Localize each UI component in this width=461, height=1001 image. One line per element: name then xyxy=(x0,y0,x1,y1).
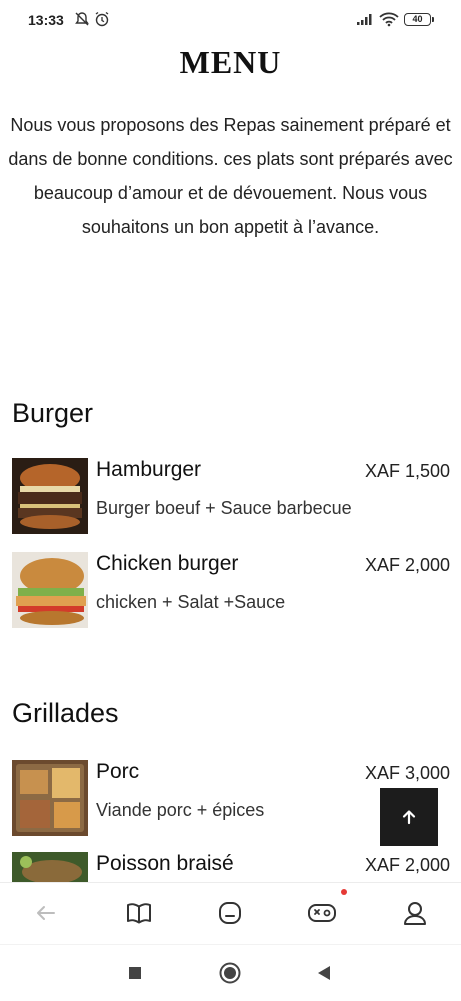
hamburger-image xyxy=(12,458,88,534)
menu-item-poisson-braise[interactable]: Poisson braisé XAF 2,000 xyxy=(12,852,452,882)
back-arrow-icon[interactable] xyxy=(32,899,60,927)
item-name: Porc xyxy=(96,760,140,783)
tab-switcher-icon[interactable] xyxy=(216,899,244,927)
item-price: XAF 2,000 xyxy=(364,855,450,875)
chicken-burger-image xyxy=(12,552,88,628)
signal-icon xyxy=(356,12,374,31)
alarm-icon xyxy=(94,11,110,32)
section-title-grillades: Grillades xyxy=(12,698,119,728)
item-description: Viande porc + épices xyxy=(96,800,265,820)
porc-image xyxy=(12,760,88,836)
battery-icon: 40 xyxy=(404,13,434,26)
game-controller-icon[interactable] xyxy=(307,899,336,927)
back-triangle-icon[interactable] xyxy=(317,965,331,986)
section-title-burger: Burger xyxy=(12,398,94,428)
page-title: MENU xyxy=(179,44,282,80)
menu-item-hamburger[interactable]: Hamburger XAF 1,500 Burger boeuf + Sauce… xyxy=(12,458,452,536)
item-price: XAF 3,000 xyxy=(364,763,450,783)
item-description: Burger boeuf + Sauce barbecue xyxy=(96,498,352,518)
wifi-icon xyxy=(379,11,399,32)
home-circle-icon[interactable] xyxy=(219,962,241,989)
mute-bell-icon xyxy=(74,11,90,32)
profile-icon[interactable] xyxy=(401,899,429,927)
notification-dot xyxy=(341,889,347,895)
book-icon[interactable] xyxy=(125,899,153,927)
recents-square-icon[interactable] xyxy=(128,966,142,985)
status-time: 13:33 xyxy=(28,12,64,28)
scroll-to-top-button[interactable] xyxy=(380,788,438,846)
item-name: Hamburger xyxy=(96,458,202,481)
android-system-nav xyxy=(0,944,461,1001)
browser-bottom-nav xyxy=(0,882,461,945)
arrow-up-icon xyxy=(402,810,416,825)
item-name: Poisson braisé xyxy=(96,852,234,875)
item-price: XAF 1,500 xyxy=(364,461,450,481)
item-description: chicken + Salat +Sauce xyxy=(96,592,286,612)
item-price: XAF 2,000 xyxy=(364,555,450,575)
poisson-braise-image xyxy=(12,852,88,882)
status-bar: 13:33 40 xyxy=(0,0,461,40)
menu-item-chicken-burger[interactable]: Chicken burger XAF 2,000 chicken + Salat… xyxy=(12,552,452,630)
item-name: Chicken burger xyxy=(96,552,239,575)
intro-text: Nous vous proposons des Repas sainement … xyxy=(8,115,453,237)
